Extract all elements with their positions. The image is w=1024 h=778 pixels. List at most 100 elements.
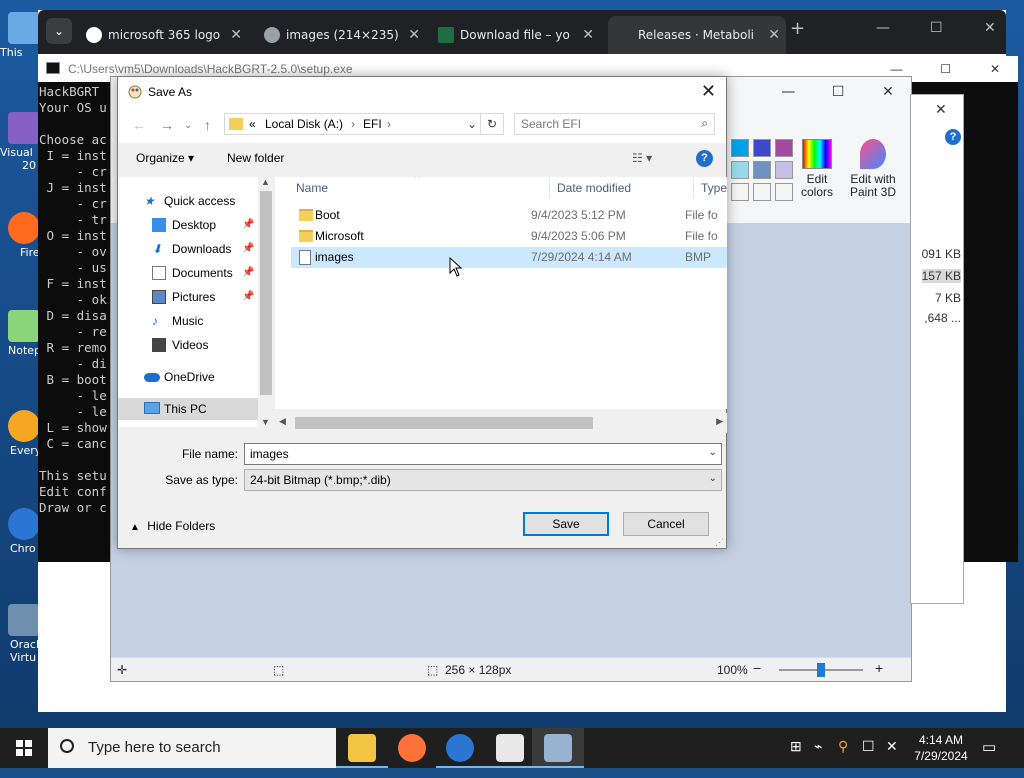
color-swatch[interactable] — [731, 161, 749, 179]
new-folder-button[interactable]: New folder — [227, 151, 284, 165]
up-arrow-icon[interactable]: ↑ — [204, 117, 211, 133]
help-icon[interactable]: ? — [945, 129, 961, 145]
zoom-slider-thumb[interactable] — [817, 663, 825, 677]
browser-tab-download[interactable]: Download file – yo ✕ — [430, 16, 600, 54]
close-tab-icon[interactable]: ✕ — [582, 16, 594, 54]
color-swatch[interactable] — [731, 183, 749, 201]
nav-downloads[interactable]: ⬇ Downloads 📌 — [118, 238, 258, 260]
desktop-icon-notepad[interactable]: Notep — [0, 310, 40, 357]
file-explorer-taskbar-icon[interactable] — [348, 734, 376, 762]
column-name[interactable]: Name — [296, 181, 328, 195]
browser-tab-microsoft-logo[interactable]: microsoft 365 logo ✕ — [78, 16, 248, 54]
paint-maximize-button[interactable]: ☐ — [815, 77, 861, 107]
nav-pictures[interactable]: Pictures 📌 — [118, 286, 258, 308]
nav-this-pc[interactable]: This PC — [118, 398, 258, 420]
nav-music[interactable]: ♪ Music — [118, 310, 258, 332]
scroll-down-icon[interactable]: ▼ — [261, 417, 270, 427]
browser-tab-images[interactable]: images (214×235) ✕ — [256, 16, 426, 54]
close-tab-icon[interactable]: ✕ — [408, 16, 420, 54]
explorer-close-button[interactable]: ✕ — [935, 101, 947, 118]
desktop-icon-virtualbox[interactable]: Oracl Virtu — [0, 604, 40, 664]
network-icon[interactable]: ⊞ — [790, 738, 802, 778]
scroll-right-icon[interactable]: ▶ — [716, 416, 723, 427]
view-options-button[interactable]: ☷ ▾ — [632, 151, 652, 165]
scrollbar-thumb[interactable] — [295, 417, 593, 429]
scrollbar-thumb[interactable] — [260, 191, 272, 395]
minimize-button[interactable]: — — [876, 20, 890, 36]
color-swatch[interactable] — [753, 183, 771, 201]
cancel-button[interactable]: Cancel — [623, 512, 709, 536]
hide-folders-button[interactable]: ▲ Hide Folders — [130, 519, 215, 533]
file-list-horizontal-scrollbar[interactable]: ◀ ▶ — [275, 413, 727, 433]
paint-close-button[interactable]: ✕ — [865, 77, 911, 107]
desktop-icon-this-pc[interactable]: This — [0, 12, 40, 59]
nav-desktop[interactable]: Desktop 📌 — [118, 214, 258, 236]
desktop-icon-everything[interactable]: Every — [0, 410, 40, 457]
close-button[interactable]: ✕ — [984, 20, 996, 36]
desktop-icon-chrome[interactable]: Chro — [0, 508, 40, 555]
start-button[interactable] — [0, 728, 48, 768]
desktop-icon-firefox[interactable]: Fire — [0, 212, 40, 259]
nav-quick-access[interactable]: ★ Quick access — [118, 190, 258, 212]
address-bar[interactable]: « Local Disk (A:) › EFI › ⌄ — [224, 113, 504, 135]
save-button[interactable]: Save — [523, 512, 609, 536]
nav-videos[interactable]: Videos — [118, 334, 258, 356]
color-swatch[interactable] — [753, 161, 771, 179]
organize-button[interactable]: Organize ▾ — [136, 151, 194, 165]
color-swatch[interactable] — [731, 139, 749, 157]
breadcrumb-efi[interactable]: EFI — [363, 117, 382, 131]
resize-grip-icon[interactable]: ⋰ — [715, 537, 724, 548]
nav-pane-scrollbar[interactable]: ▲ ▼ — [258, 177, 274, 427]
forward-arrow-icon[interactable]: → — [160, 117, 174, 133]
edit-with-paint3d-button[interactable]: Edit with Paint 3D — [845, 137, 901, 199]
file-row-images[interactable]: images 7/29/2024 4:14 AM BMP — [291, 247, 727, 268]
pin-icon: 📌 — [242, 267, 255, 278]
color-swatch[interactable] — [753, 139, 771, 157]
key-icon[interactable]: ⚲ — [838, 738, 848, 778]
console-close-button[interactable]: ✕ — [972, 56, 1018, 82]
zoom-out-button[interactable]: − — [753, 660, 761, 676]
chrome-taskbar-icon[interactable] — [446, 734, 474, 762]
firefox-taskbar-icon[interactable] — [398, 734, 426, 762]
close-tab-icon[interactable]: ✕ — [230, 16, 242, 54]
zoom-in-button[interactable]: + — [875, 660, 883, 676]
console-taskbar-icon[interactable] — [496, 734, 524, 762]
search-input[interactable]: Search EFI ⌕ — [514, 113, 715, 135]
address-dropdown-icon[interactable]: ⌄ — [467, 117, 477, 131]
network-status-icon[interactable]: ☐ — [862, 738, 875, 778]
chevron-down-icon[interactable]: ⌄ — [709, 447, 717, 458]
desktop-icon-visual-studio[interactable]: Visual 20 — [0, 112, 40, 172]
save-as-type-select[interactable]: 24-bit Bitmap (*.bmp;*.dib) ⌄ — [244, 469, 722, 491]
scroll-up-icon[interactable]: ▲ — [261, 177, 270, 187]
dialog-close-button[interactable]: ✕ — [701, 81, 716, 102]
recent-locations-icon[interactable]: ⌄ — [184, 120, 192, 131]
scroll-left-icon[interactable]: ◀ — [279, 416, 286, 427]
taskbar-search-input[interactable]: Type here to search — [48, 728, 336, 768]
file-name-input[interactable]: images ⌄ — [244, 443, 722, 465]
nav-documents[interactable]: Documents 📌 — [118, 262, 258, 284]
system-clock[interactable]: 4:14 AM 7/29/2024 — [910, 732, 972, 764]
color-swatch[interactable] — [775, 183, 793, 201]
browser-tab-releases[interactable]: Releases · Metaboli ✕ — [608, 16, 786, 54]
volume-muted-icon[interactable]: ✕ — [886, 738, 898, 778]
tab-search-button[interactable]: ⌄ — [46, 18, 72, 44]
help-icon[interactable]: ? — [696, 150, 713, 167]
color-swatch[interactable] — [775, 139, 793, 157]
close-tab-icon[interactable]: ✕ — [768, 16, 780, 54]
breadcrumb-local-disk[interactable]: Local Disk (A:) — [265, 117, 343, 131]
back-arrow-icon[interactable]: ← — [132, 117, 146, 133]
edit-colors-button[interactable]: Edit colors — [795, 137, 839, 199]
refresh-button[interactable]: ↻ — [480, 113, 504, 135]
paint-minimize-button[interactable]: — — [765, 77, 811, 107]
column-type[interactable]: Type — [701, 181, 727, 195]
file-row-microsoft[interactable]: Microsoft 9/4/2023 5:06 PM File fo — [291, 226, 727, 247]
column-date-modified[interactable]: Date modified — [557, 181, 631, 195]
maximize-button[interactable]: ☐ — [930, 20, 943, 36]
notifications-icon[interactable]: ▭ — [982, 738, 996, 778]
file-row-boot[interactable]: Boot 9/4/2023 5:12 PM File fo — [291, 205, 727, 226]
console-maximize-button[interactable]: ☐ — [923, 56, 969, 82]
color-swatch[interactable] — [775, 161, 793, 179]
battery-icon[interactable]: ⌁ — [814, 738, 822, 778]
new-tab-button[interactable]: + — [790, 18, 805, 39]
nav-onedrive[interactable]: OneDrive — [118, 366, 258, 388]
